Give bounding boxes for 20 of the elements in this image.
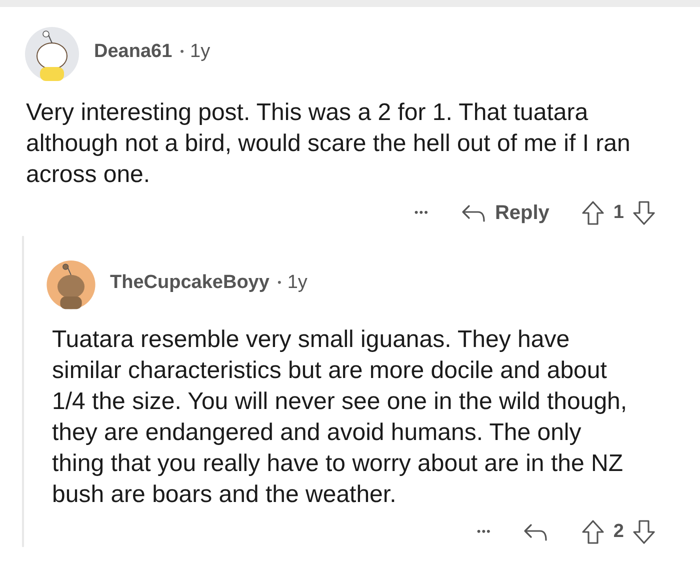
- separator-dot: •: [180, 44, 184, 60]
- comment-age: 1y: [190, 40, 210, 64]
- separator-dot: •: [277, 276, 282, 291]
- username[interactable]: Deana61: [94, 38, 172, 66]
- vote-score: 2: [613, 520, 624, 544]
- reply-arrow-icon: [523, 522, 550, 542]
- more-options-button[interactable]: •••: [414, 204, 429, 222]
- comment-text: Very interesting post. This was a 2 for 1. That tuatara although not a bird, would scare the hell out of me if I ran across one.: [25, 98, 632, 190]
- upvote-icon[interactable]: [581, 200, 606, 226]
- downvote-icon[interactable]: [632, 200, 656, 226]
- reply-arrow-icon: [460, 203, 487, 223]
- reply-button[interactable]: [523, 522, 550, 542]
- upvote-icon[interactable]: [581, 519, 606, 546]
- comment-age: 1y: [287, 270, 308, 295]
- reply-button[interactable]: Reply: [460, 198, 550, 228]
- downvote-icon[interactable]: [632, 519, 656, 546]
- comment-text: Tuatara resemble very small iguanas. They have similar characteristics but are more docile and about 1/4 the size. You will never see one in the wild though, they are endangered and avoid humans. The only thing that you really have to worry about are in the NZ bush are boars and the weather.: [51, 325, 628, 510]
- more-options-button[interactable]: •••: [476, 524, 492, 540]
- vote-score: 1: [613, 200, 624, 225]
- username[interactable]: TheCupcakeBoyy: [110, 268, 270, 298]
